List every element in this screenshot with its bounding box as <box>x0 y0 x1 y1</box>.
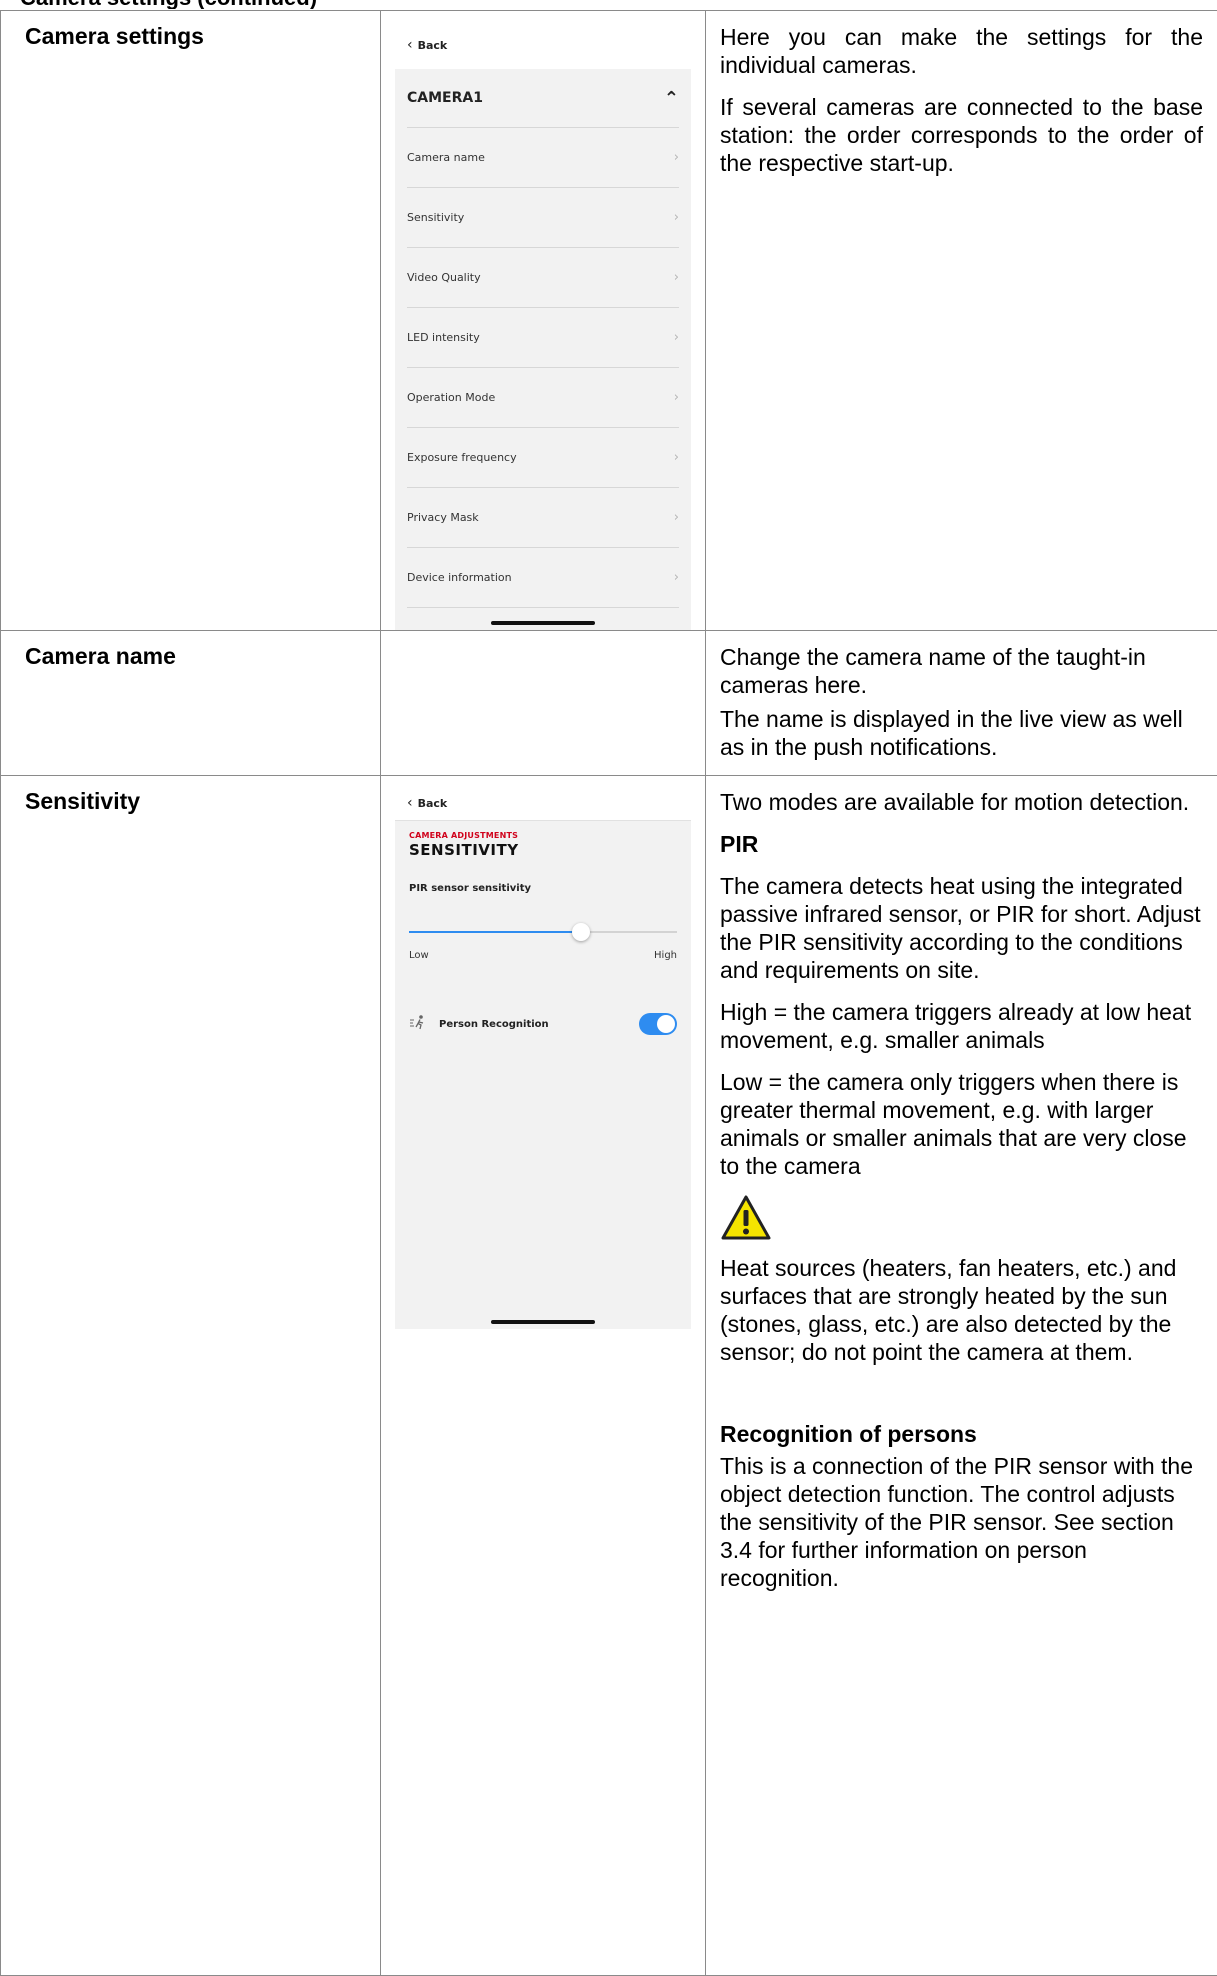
empty-cell <box>381 631 706 776</box>
menu-item[interactable]: LED intensity › <box>407 307 679 367</box>
description-paragraph: If several cameras are connected to the … <box>720 93 1203 177</box>
chevron-left-icon: ‹ <box>407 795 413 811</box>
row-camera-settings: Camera settings ‹ Back CAMERA1 ⌃ Camera … <box>1 11 1217 631</box>
chevron-up-icon: ⌃ <box>664 88 679 109</box>
toggle-knob <box>657 1015 675 1033</box>
description-cell: Here you can make the settings for the i… <box>706 11 1217 631</box>
description-paragraph: The name is displayed in the live view a… <box>720 705 1203 761</box>
description-paragraph: Low = the camera only triggers when ther… <box>720 1068 1203 1180</box>
camera-title: CAMERA1 <box>407 90 483 106</box>
row-camera-name: Camera name Change the camera name of th… <box>1 631 1217 776</box>
back-label: Back <box>418 39 448 52</box>
menu-item[interactable]: Camera name › <box>407 127 679 187</box>
menu-item-label: Video Quality <box>407 271 481 284</box>
menu-item[interactable]: Operation Mode › <box>407 367 679 427</box>
menu-item-label: LED intensity <box>407 331 480 344</box>
page-header-fragment: Camera settings (continued) <box>0 0 620 9</box>
chevron-right-icon: › <box>674 510 679 525</box>
description-paragraph: This is a connection of the PIR sensor w… <box>720 1452 1203 1592</box>
slider-scale: Low High <box>409 950 677 961</box>
person-recognition-toggle[interactable] <box>639 1013 677 1035</box>
pir-heading: PIR <box>720 830 1203 858</box>
slider-handle[interactable] <box>572 923 590 941</box>
pir-sensitivity-slider[interactable] <box>409 922 677 942</box>
slider-low-label: Low <box>409 950 429 961</box>
slider-label: PIR sensor sensitivity <box>409 883 677 894</box>
camera-header[interactable]: CAMERA1 ⌃ <box>395 69 691 127</box>
description-paragraph: Here you can make the settings for the i… <box>720 23 1203 79</box>
home-indicator <box>491 621 595 625</box>
sensitivity-body: CAMERA ADJUSTMENTS SENSITIVITY PIR senso… <box>395 821 691 1307</box>
back-label: Back <box>418 797 448 810</box>
description-cell: Change the camera name of the taught-in … <box>706 631 1217 776</box>
row-label: Sensitivity <box>1 776 381 1976</box>
chevron-right-icon: › <box>674 390 679 405</box>
chevron-right-icon: › <box>674 270 679 285</box>
person-recognition-row: Person Recognition <box>409 1013 677 1035</box>
menu-item[interactable]: Video Quality › <box>407 247 679 307</box>
menu-item[interactable]: Privacy Mask › <box>407 487 679 547</box>
menu-item-label: Camera name <box>407 151 485 164</box>
chevron-left-icon: ‹ <box>407 37 413 53</box>
sensitivity-phone: ‹ Back CAMERA ADJUSTMENTS SENSITIVITY PI… <box>395 786 691 1329</box>
row-sensitivity: Sensitivity ‹ Back CAMERA ADJUSTMENTS SE… <box>1 776 1217 1976</box>
menu-item-label: Privacy Mask <box>407 511 479 524</box>
menu-item-label: Sensitivity <box>407 211 464 224</box>
section-kicker: CAMERA ADJUSTMENTS <box>409 831 677 840</box>
description-paragraph: Change the camera name of the taught-in … <box>720 643 1203 699</box>
camera-menu-list: Camera name›Sensitivity›Video Quality›LE… <box>395 127 691 608</box>
camera-settings-phone: ‹ Back CAMERA1 ⌃ Camera name›Sensitivity… <box>395 21 691 630</box>
description-paragraph: Two modes are available for motion detec… <box>720 788 1203 816</box>
home-indicator-area <box>395 1307 691 1329</box>
chevron-right-icon: › <box>674 450 679 465</box>
chevron-right-icon: › <box>674 210 679 225</box>
home-indicator-area <box>395 608 691 630</box>
menu-item-label: Operation Mode <box>407 391 495 404</box>
description-paragraph: High = the camera triggers already at lo… <box>720 998 1203 1054</box>
chevron-right-icon: › <box>674 570 679 585</box>
chevron-right-icon: › <box>674 150 679 165</box>
person-recognition-label: Person Recognition <box>439 1019 639 1030</box>
warning-icon <box>720 1194 1203 1248</box>
description-cell: Two modes are available for motion detec… <box>706 776 1217 1976</box>
screenshot-cell: ‹ Back CAMERA ADJUSTMENTS SENSITIVITY PI… <box>381 776 706 1976</box>
menu-item-label: Device information <box>407 571 512 584</box>
screen-title: SENSITIVITY <box>409 841 677 859</box>
menu-item[interactable]: Device information › <box>407 547 679 608</box>
back-button[interactable]: ‹ Back <box>395 786 691 821</box>
settings-table: Camera settings ‹ Back CAMERA1 ⌃ Camera … <box>0 10 1217 1976</box>
description-paragraph: The camera detects heat using the integr… <box>720 872 1203 984</box>
row-label: Camera name <box>1 631 381 776</box>
slider-fill <box>409 931 581 933</box>
slider-high-label: High <box>654 950 677 961</box>
menu-item[interactable]: Exposure frequency › <box>407 427 679 487</box>
person-motion-icon <box>409 1014 431 1034</box>
back-button[interactable]: ‹ Back <box>395 21 691 69</box>
home-indicator <box>491 1320 595 1324</box>
recognition-heading: Recognition of persons <box>720 1420 1203 1448</box>
row-label: Camera settings <box>1 11 381 631</box>
warning-paragraph: Heat sources (heaters, fan heaters, etc.… <box>720 1254 1203 1366</box>
menu-item-label: Exposure frequency <box>407 451 517 464</box>
screenshot-cell: ‹ Back CAMERA1 ⌃ Camera name›Sensitivity… <box>381 11 706 631</box>
menu-item[interactable]: Sensitivity › <box>407 187 679 247</box>
chevron-right-icon: › <box>674 330 679 345</box>
